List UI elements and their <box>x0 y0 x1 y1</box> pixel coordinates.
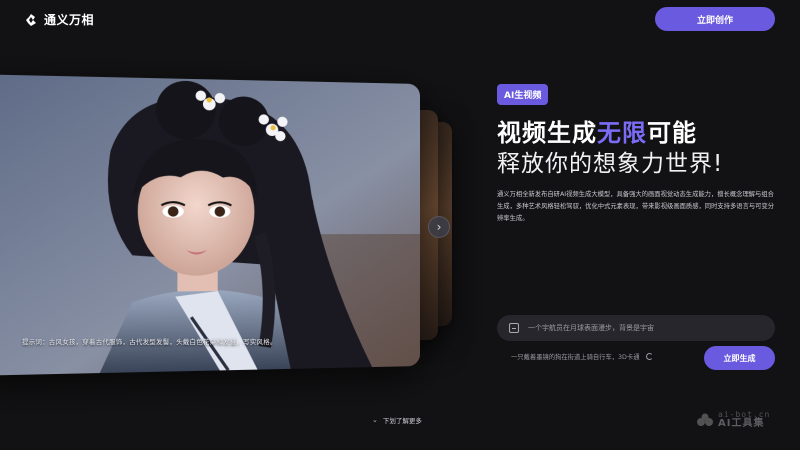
carousel-next-button[interactable]: › <box>428 216 450 238</box>
watermark: ai-bot.cn AI工具集 <box>696 411 770 429</box>
generate-button[interactable]: 立即生成 <box>704 346 775 370</box>
brand-name: 通义万相 <box>44 13 95 27</box>
scroll-hint[interactable]: ⌄ 下划了解更多 <box>372 415 422 425</box>
prompt-placeholder: 一个宇航员在月球表面漫步，背景是宇宙 <box>528 324 654 332</box>
chevron-right-icon: › <box>436 220 442 234</box>
prompt-input[interactable]: 一个宇航员在月球表面漫步，背景是宇宙 <box>497 315 775 341</box>
watermark-logo-icon <box>697 413 713 426</box>
headline-part2: 可能 <box>647 119 697 147</box>
headline-part1: 视频生成 <box>497 119 597 147</box>
suggestion-text: 一只戴着墨镜的狗在街道上骑自行车，3D卡通 <box>511 354 640 361</box>
prompt-suggestion[interactable]: 一只戴着墨镜的狗在街道上骑自行车，3D卡通 <box>511 352 653 361</box>
headline: 视频生成无限可能 <box>497 113 697 148</box>
girl-portrait-illustration <box>0 74 420 376</box>
category-tag: AI生视频 <box>497 84 549 105</box>
scroll-hint-label: 下划了解更多 <box>382 417 422 425</box>
carousel-main-image[interactable] <box>0 74 420 376</box>
edit-icon <box>509 323 519 333</box>
create-now-button[interactable]: 立即创作 <box>655 7 775 31</box>
watermark-name: AI工具集 <box>718 418 765 429</box>
double-chevron-down-icon: ⌄ <box>372 415 378 424</box>
image-prompt-caption: 提示词：古风女孩，穿着古代服饰，古代发型发髻，头戴白色花朵和发簪，写实风格。 <box>22 338 277 346</box>
refresh-icon[interactable] <box>645 353 653 360</box>
brand-logo-icon <box>26 13 36 26</box>
subheadline: 释放你的想象力世界! <box>497 151 724 177</box>
brand-logo[interactable]: 通义万相 <box>24 11 94 28</box>
product-description: 通义万相全新发布自研AI视频生成大模型，具备强大的画面视觉动态生成能力，擅长概念… <box>497 191 775 222</box>
headline-accent: 无限 <box>597 119 647 147</box>
